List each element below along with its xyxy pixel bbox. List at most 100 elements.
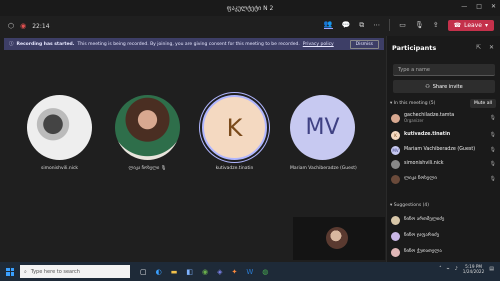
participant-row[interactable]: ლიკა ჩოხელი 🎙 [391, 172, 497, 186]
store-icon[interactable]: ◧ [186, 268, 193, 276]
avatar: MV [290, 95, 355, 160]
avatar [391, 231, 400, 241]
title-bar: ფაკულტეტი N 2 — □ ✕ [0, 0, 500, 16]
recording-banner: ⓘ Recording has started. This meeting is… [4, 38, 384, 50]
avatar [391, 247, 400, 257]
avatar: K [391, 130, 400, 140]
taskbar-search-placeholder: Type here to search [30, 268, 80, 275]
leave-button[interactable]: ☎ Leave ▾ [447, 19, 494, 31]
close-window-button[interactable]: ✕ [491, 3, 496, 10]
participant-name: Mariam Vachiberadze (Guest) [404, 147, 476, 153]
maximize-button[interactable]: □ [476, 3, 482, 10]
network-icon[interactable]: ⌁ [447, 266, 450, 272]
mic-off-icon: 🎙 [489, 161, 496, 167]
participant-row[interactable]: gachechiladze.tamta Organizer 🎙 [391, 111, 497, 125]
share-invite-label: Share invite [432, 83, 463, 90]
notification-icon[interactable]: ▤ [489, 266, 494, 272]
mic-icon: 🎙 [489, 132, 496, 138]
taskbar: ⌕ Type here to search ▢ ◐ ▬ ◧ ◉ ◈ ✦ W ◍ … [0, 262, 500, 281]
file-explorer-icon[interactable]: ▬ [171, 268, 178, 276]
chevron-up-icon[interactable]: ˄ [439, 266, 442, 272]
camera-off-icon[interactable]: ▭ [399, 21, 406, 29]
shield-icon: ⬡ [8, 21, 15, 30]
close-icon[interactable]: ✕ [489, 44, 494, 51]
word-icon[interactable]: W [246, 268, 253, 276]
dismiss-button[interactable]: Dismiss [349, 40, 379, 49]
panel-title: Participants [392, 44, 437, 52]
record-icon: ◉ [20, 21, 27, 30]
window-title: ფაკულტეტი N 2 [226, 4, 274, 12]
mic-off-icon[interactable]: 🎙 [415, 21, 424, 29]
phone-icon: ☎ [453, 21, 462, 29]
edge-icon[interactable]: ◐ [156, 268, 162, 276]
participant-tile[interactable]: K kutivadze.tinatin [202, 95, 267, 171]
windows-start-icon[interactable] [6, 267, 14, 276]
participant-row[interactable]: simonishvili.nick 🎙 [391, 157, 497, 171]
mute-all-button[interactable]: Mute all [470, 99, 496, 108]
banner-title: Recording has started. [16, 41, 75, 47]
participant-name: Mariam Vachiberadze (Guest) [290, 166, 357, 171]
participant-tile[interactable]: simonishvili.nick [27, 95, 92, 171]
more-icon[interactable]: ⋯ [373, 21, 380, 29]
chrome-icon[interactable]: ◍ [262, 268, 268, 276]
participant-name: ნინო ქუთათელა [404, 249, 442, 255]
banner-text: This meeting is being recorded. By joini… [77, 41, 300, 47]
chevron-down-icon: ▾ [484, 21, 488, 29]
avatar: K [202, 95, 267, 160]
participant-name: ლიკა ჩოხელი 🎙 [128, 166, 167, 171]
share-screen-icon[interactable]: ⇪ [433, 21, 439, 29]
add-person-icon: ⚇ [425, 83, 430, 90]
mic-off-icon: 🎙 [489, 176, 496, 182]
suggestion-row[interactable]: ნინო ართმელიძე [391, 213, 497, 227]
mic-off-icon: 🎙 [489, 147, 496, 153]
participant-name: kutivadze.tinatin [215, 166, 254, 171]
avatar [27, 95, 92, 160]
participant-row[interactable]: MV Mariam Vachiberadze (Guest) 🎙 [391, 143, 497, 157]
participant-row[interactable]: K kutivadze.tinatin 🎙 [391, 128, 497, 142]
meeting-timer: 22:14 [32, 22, 50, 30]
clock[interactable]: 5:19 PM 1/24/2022 [463, 264, 484, 275]
suggestions-header[interactable]: ▾ Suggestions (4) [390, 203, 429, 208]
avatar [391, 174, 400, 184]
participant-name: ნინო ჯაფარიძე [404, 233, 440, 239]
suggestion-row[interactable]: ნინო ქუთათელა [391, 245, 497, 259]
search-icon: ⌕ [24, 268, 27, 275]
suggestion-row[interactable]: ნინო ჯაფარიძე [391, 229, 497, 243]
teams-icon[interactable]: ◈ [217, 268, 222, 276]
participant-name: kutivadze.tinatin [404, 132, 451, 138]
self-view[interactable] [293, 217, 385, 260]
people-icon[interactable]: 👥 [323, 21, 333, 29]
info-icon: ⓘ [9, 42, 14, 47]
app-icon[interactable]: ◉ [202, 268, 208, 276]
privacy-policy-link[interactable]: Privacy policy [303, 42, 334, 47]
breakout-icon[interactable]: ⧉ [359, 21, 364, 29]
participant-name: simonishvili.nick [404, 161, 444, 167]
participant-role: Organizer [404, 118, 424, 124]
participant-name: simonishvili.nick [40, 166, 79, 171]
app-icon[interactable]: ✦ [231, 268, 237, 276]
volume-icon[interactable]: ♪ [455, 266, 458, 272]
mic-off-icon: 🎙 [489, 115, 496, 121]
leave-label: Leave [464, 21, 482, 29]
participant-search-input[interactable]: Type a name [393, 64, 495, 76]
mic-off-icon: 🎙 [160, 166, 167, 171]
minimize-button[interactable]: — [461, 3, 467, 10]
divider [389, 19, 391, 31]
avatar [326, 227, 348, 249]
chat-icon[interactable]: 💬 [342, 21, 351, 29]
participant-tile[interactable]: MV Mariam Vachiberadze (Guest) [290, 95, 357, 171]
participant-name: ნინო ართმელიძე [404, 217, 445, 223]
avatar [391, 159, 400, 169]
task-view-icon[interactable]: ▢ [140, 268, 147, 276]
share-invite-button[interactable]: ⚇ Share invite [393, 80, 495, 93]
meeting-toolbar: ⬡ ◉ 22:14 👥 💬 ⧉ ⋯ ▭ 🎙 ⇪ ☎ Leave ▾ [0, 16, 500, 36]
avatar [391, 113, 400, 123]
participant-tile[interactable]: ლიკა ჩოხელი 🎙 [115, 95, 180, 171]
in-meeting-header[interactable]: ▾ In this meeting (5) [390, 101, 435, 106]
avatar [115, 95, 180, 160]
popout-icon[interactable]: ⇱ [476, 44, 481, 51]
participant-name: ლიკა ჩოხელი [404, 176, 437, 182]
participants-panel: Participants ⇱ ✕ Type a name ⚇ Share inv… [386, 36, 500, 262]
avatar [391, 215, 400, 225]
taskbar-search[interactable]: ⌕ Type here to search [20, 265, 130, 278]
